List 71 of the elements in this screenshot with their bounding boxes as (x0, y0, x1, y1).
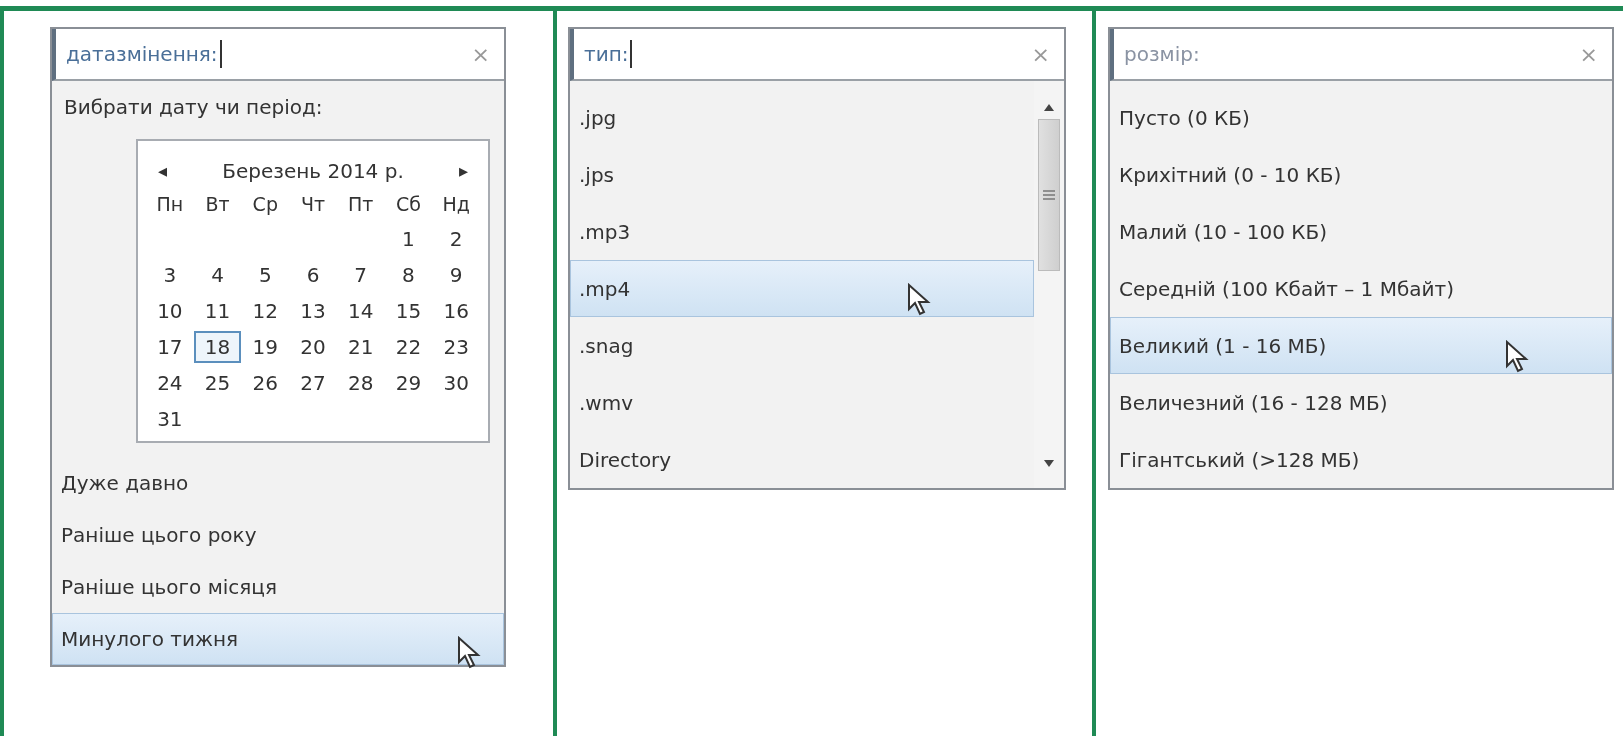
calendar-day[interactable]: 25 (193, 367, 242, 399)
list-item[interactable]: Дуже давно (52, 457, 504, 509)
month-title: Березень 2014 р. (222, 159, 404, 183)
list-item[interactable]: .snag (570, 317, 1034, 374)
previous-month-button[interactable]: ◂ (154, 160, 171, 182)
calendar-day[interactable]: 9 (432, 259, 480, 291)
calendar-day[interactable]: 17 (146, 331, 194, 363)
list-item[interactable]: Крихітний (0 - 10 КБ) (1110, 146, 1612, 203)
weekday-label: Сб (394, 192, 422, 217)
list-item[interactable]: Раніше цього року (52, 509, 504, 561)
list-item[interactable]: Раніше цього місяця (52, 561, 504, 613)
calendar-day[interactable]: 14 (336, 295, 385, 327)
calendar-day[interactable]: 20 (289, 331, 337, 363)
calendar-day[interactable]: 13 (289, 295, 337, 327)
calendar-day[interactable]: 19 (241, 331, 290, 363)
calendar-day[interactable]: 23 (432, 331, 480, 363)
calendar-day[interactable]: 30 (432, 367, 480, 399)
search-field[interactable]: тип: × (570, 29, 1064, 81)
list-item[interactable]: .mp4 (570, 260, 1034, 317)
list-item[interactable]: Directory (570, 431, 1034, 488)
weekday-label: Пн (155, 192, 185, 217)
list-item[interactable]: Пусто (0 КБ) (1110, 89, 1612, 146)
search-field[interactable]: датазмінення: × (52, 29, 504, 81)
search-text: датазмінення: (66, 42, 218, 66)
calendar-day[interactable]: 2 (432, 223, 480, 255)
weekday-label: Пт (347, 192, 375, 217)
scroll-up-icon[interactable] (1044, 103, 1054, 111)
next-month-button[interactable]: ▸ (455, 160, 472, 182)
calendar-day[interactable]: 28 (336, 367, 385, 399)
calendar-day[interactable]: 21 (336, 331, 385, 363)
list-item[interactable]: Малий (10 - 100 КБ) (1110, 203, 1612, 260)
scrollbar-thumb[interactable] (1038, 119, 1060, 271)
weekday-label: Ср (251, 192, 279, 217)
search-text: розмір: (1124, 42, 1200, 66)
calendar-day[interactable]: 4 (193, 259, 242, 291)
list-item[interactable]: Гігантський (>128 МБ) (1110, 431, 1612, 488)
calendar-day[interactable]: 24 (146, 367, 194, 399)
list-item[interactable]: .mp3 (570, 203, 1034, 260)
calendar-day[interactable]: 31 (146, 403, 194, 435)
calendar-day[interactable]: 26 (241, 367, 290, 399)
scroll-down-icon[interactable] (1044, 460, 1054, 468)
list-item[interactable]: Середній (100 Кбайт – 1 Мбайт) (1110, 260, 1612, 317)
mouse-pointer-icon (457, 636, 483, 670)
calendar-day[interactable]: 11 (193, 295, 242, 327)
calendar-day[interactable]: 6 (289, 259, 337, 291)
list-item[interactable]: .wmv (570, 374, 1034, 431)
calendar-day[interactable]: 22 (384, 331, 433, 363)
calendar-day[interactable]: 12 (241, 295, 290, 327)
calendar-day[interactable]: 5 (241, 259, 290, 291)
list-item[interactable]: .jps (570, 146, 1034, 203)
weekday-label: Чт (299, 192, 327, 217)
prompt-text: Вибрати дату чи період: (63, 94, 324, 121)
calendar-day[interactable]: 1 (384, 223, 433, 255)
calendar-day[interactable]: 15 (384, 295, 433, 327)
weekday-label: Нд (441, 192, 471, 217)
calendar-day[interactable]: 29 (384, 367, 433, 399)
calendar-day[interactable]: 3 (146, 259, 194, 291)
search-text: тип: (584, 42, 629, 66)
calendar-day[interactable]: 16 (432, 295, 480, 327)
mouse-pointer-icon (907, 283, 933, 317)
mouse-pointer-icon (1505, 340, 1531, 374)
calendar-day[interactable]: 27 (289, 367, 337, 399)
list-item[interactable]: Великий (1 - 16 МБ) (1110, 317, 1612, 374)
calendar-day[interactable]: 18 (193, 331, 242, 363)
calendar-day[interactable]: 7 (336, 259, 385, 291)
list-item[interactable]: .jpg (570, 89, 1034, 146)
grip-icon (1043, 190, 1055, 200)
calendar-day[interactable]: 10 (146, 295, 194, 327)
list-item[interactable]: Величезний (16 - 128 МБ) (1110, 374, 1612, 431)
weekday-label: Вт (204, 192, 231, 217)
calendar-day[interactable]: 8 (384, 259, 433, 291)
